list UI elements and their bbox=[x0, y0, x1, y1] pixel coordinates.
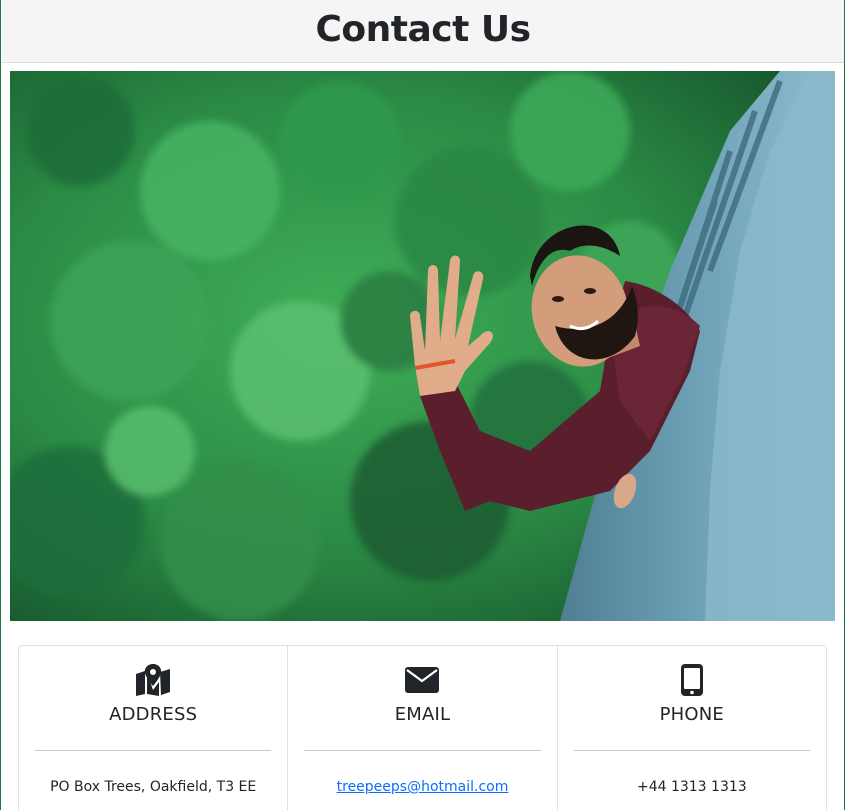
contact-phone-column: PHONE +44 1313 1313 bbox=[558, 646, 826, 810]
contact-card: ADDRESS PO Box Trees, Oakfield, T3 EE EM… bbox=[18, 645, 827, 810]
email-heading: EMAIL bbox=[394, 704, 451, 725]
divider bbox=[573, 750, 810, 751]
contact-email-column: EMAIL treepeeps@hotmail.com bbox=[288, 646, 558, 810]
page-title: Contact Us bbox=[315, 9, 531, 50]
email-value-container: treepeeps@hotmail.com bbox=[288, 779, 556, 795]
mobile-phone-icon bbox=[672, 662, 712, 698]
address-heading: ADDRESS bbox=[109, 704, 198, 725]
hero-image bbox=[10, 71, 835, 621]
email-link[interactable]: treepeeps@hotmail.com bbox=[337, 779, 509, 795]
divider bbox=[35, 750, 272, 751]
phone-heading: PHONE bbox=[659, 704, 725, 725]
address-value: PO Box Trees, Oakfield, T3 EE bbox=[50, 779, 257, 795]
divider bbox=[304, 750, 541, 751]
page-header: Contact Us bbox=[2, 0, 844, 63]
map-marker-icon bbox=[133, 662, 173, 698]
contact-address-column: ADDRESS PO Box Trees, Oakfield, T3 EE bbox=[19, 646, 289, 810]
envelope-icon bbox=[402, 662, 442, 698]
phone-value: +44 1313 1313 bbox=[636, 779, 747, 795]
